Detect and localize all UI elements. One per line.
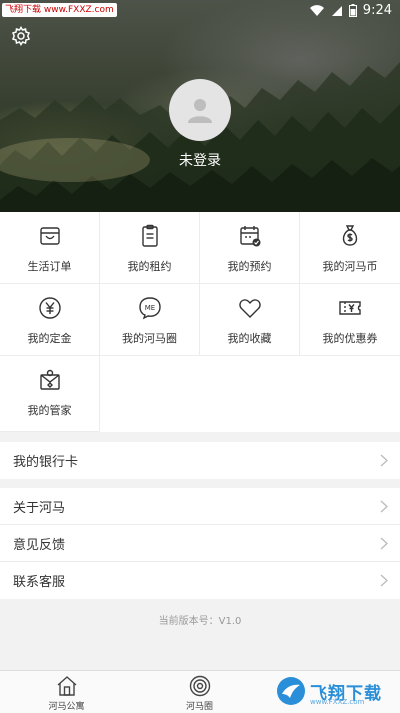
menu-item-my-coupons[interactable]: 我的优惠券 bbox=[300, 284, 400, 356]
menu-item-my-appointments[interactable]: 我的预约 bbox=[200, 212, 300, 284]
list-item-bank-card[interactable]: 我的银行卡 bbox=[0, 442, 400, 479]
menu-item-my-favorites[interactable]: 我的收藏 bbox=[200, 284, 300, 356]
menu-item-label: 我的收藏 bbox=[227, 332, 272, 345]
menu-item-label: 我的河马币 bbox=[322, 260, 378, 273]
list-item-label: 关于河马 bbox=[13, 500, 66, 516]
menu-item-label: 我的租约 bbox=[127, 260, 172, 273]
clipboard-icon bbox=[141, 224, 158, 247]
tab-hema-apartment[interactable]: 河马公寓 bbox=[0, 671, 133, 713]
list-item-feedback[interactable]: 意见反馈 bbox=[0, 525, 400, 562]
list-item-label: 意见反馈 bbox=[13, 537, 66, 553]
tab-label: 河马公寓 bbox=[48, 702, 85, 712]
menu-item-hema-circle[interactable]: ME 我的河马圈 bbox=[100, 284, 200, 356]
menu-item-my-lease[interactable]: 我的租约 bbox=[100, 212, 200, 284]
menu-grid: 生活订单 我的租约 我的预约 我的河马币 我的定金 ME 我的河马圈 我的收藏 … bbox=[0, 212, 400, 432]
wifi-icon bbox=[309, 4, 324, 16]
menu-item-life-orders[interactable]: 生活订单 bbox=[0, 212, 100, 284]
bag-icon bbox=[39, 227, 60, 245]
money-bag-icon bbox=[342, 225, 358, 246]
menu-item-label: 我的预约 bbox=[227, 260, 272, 273]
battery-icon bbox=[348, 4, 357, 17]
bank-card-section: 我的银行卡 bbox=[0, 442, 400, 479]
status-time: 9:24 bbox=[362, 3, 392, 18]
menu-item-label: 我的管家 bbox=[27, 404, 72, 417]
menu-item-my-butler[interactable]: 我的管家 bbox=[0, 356, 100, 432]
watermark-url: www.FXXZ.com bbox=[310, 698, 365, 706]
house-icon bbox=[57, 676, 76, 696]
chevron-right-icon bbox=[380, 454, 388, 467]
list-item-about[interactable]: 关于河马 bbox=[0, 488, 400, 525]
menu-item-label: 生活订单 bbox=[27, 260, 72, 273]
list-item-label: 联系客服 bbox=[13, 575, 66, 590]
watermark-badge: 飞翔下载 www.FXXZ.com bbox=[2, 3, 117, 17]
bird-logo-icon bbox=[277, 677, 305, 705]
chevron-right-icon bbox=[380, 537, 388, 550]
watermark-logo: 飞翔下载 www.FXXZ.com bbox=[276, 672, 396, 710]
settings-list-section: 关于河马 意见反馈 联系客服 bbox=[0, 488, 400, 599]
menu-item-label: 我的定金 bbox=[27, 332, 72, 345]
version-label: 当前版本号：V1.0 bbox=[158, 616, 242, 627]
menu-item-label: 我的河马圈 bbox=[122, 332, 177, 345]
avatar[interactable] bbox=[169, 79, 231, 141]
me-bubble-icon: ME bbox=[138, 297, 161, 320]
menu-item-hema-coins[interactable]: 我的河马币 bbox=[300, 212, 400, 284]
user-silhouette-icon bbox=[188, 99, 212, 123]
signal-icon bbox=[331, 5, 342, 16]
tab-hema-circle[interactable]: 河马圈 bbox=[133, 671, 266, 713]
svg-text:ME: ME bbox=[144, 304, 154, 312]
yen-circle-icon bbox=[38, 297, 61, 319]
chevron-right-icon bbox=[380, 500, 388, 513]
list-item-label: 我的银行卡 bbox=[13, 455, 79, 470]
profile-header: 飞翔下载 www.FXXZ.com 9:24 未登录 bbox=[0, 0, 400, 212]
target-circle-icon bbox=[189, 675, 210, 697]
menu-item-my-deposit[interactable]: 我的定金 bbox=[0, 284, 100, 356]
chevron-right-icon bbox=[380, 574, 388, 587]
menu-item-label: 我的优惠券 bbox=[322, 332, 378, 345]
heart-icon bbox=[238, 299, 261, 318]
gear-icon bbox=[12, 26, 30, 46]
settings-button[interactable] bbox=[10, 25, 32, 47]
butler-icon bbox=[39, 369, 60, 390]
status-bar: 飞翔下载 www.FXXZ.com 9:24 bbox=[0, 0, 400, 22]
tab-label: 河马圈 bbox=[185, 702, 213, 712]
list-item-contact-support[interactable]: 联系客服 bbox=[0, 562, 400, 599]
coupon-icon bbox=[339, 301, 361, 315]
login-status-label[interactable]: 未登录 bbox=[0, 150, 400, 170]
calendar-check-icon bbox=[239, 226, 260, 247]
